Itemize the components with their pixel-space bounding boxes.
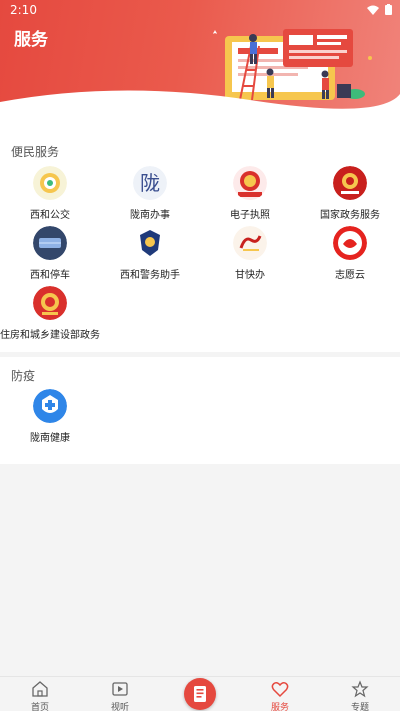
status-bar: 2:10 [0, 0, 400, 20]
service-housing-ministry[interactable]: 住房和城乡建设部政务 [0, 286, 100, 344]
service-longnan-health[interactable]: 陇南健康 [0, 389, 100, 447]
service-label: 陇南健康 [30, 433, 70, 444]
center-news-button[interactable] [184, 678, 216, 710]
section-title: 便民服务 [11, 145, 60, 159]
bus-badge-icon [33, 166, 67, 200]
home-icon [32, 681, 48, 697]
service-national-gov[interactable]: 国家政务服务 [300, 166, 400, 224]
tab-home[interactable]: 首页 [0, 677, 80, 711]
news-icon [194, 686, 206, 702]
tab-label: 视听 [110, 703, 129, 711]
video-icon [112, 682, 128, 696]
national-emblem-license-icon [233, 166, 267, 200]
tab-label: 专题 [350, 703, 369, 711]
badge-star-icon [351, 680, 369, 698]
status-time: 2:10 [10, 3, 37, 17]
service-label: 住房和城乡建设部政务 [0, 330, 100, 341]
section-epidemic: 防疫 陇南健康 [0, 357, 400, 464]
battery-icon [385, 4, 392, 15]
section-title: 防疫 [11, 369, 36, 383]
tab-topic[interactable]: 专题 [320, 677, 400, 711]
longnan-calligraphy-icon: 陇 [133, 166, 167, 200]
parking-icon [33, 226, 67, 260]
police-badge-icon [133, 226, 167, 260]
header-wave [0, 90, 400, 112]
status-icons [367, 4, 392, 15]
tab-video[interactable]: 视听 [80, 677, 160, 711]
health-code-icon [33, 389, 67, 423]
tab-label: 首页 [30, 703, 49, 711]
national-emblem-housing-icon [33, 286, 67, 320]
heart-icon [271, 682, 289, 698]
svg-text:陇: 陇 [140, 171, 160, 195]
gankuaiban-logo-icon [233, 226, 267, 260]
service-label: 国家政务服务 [320, 210, 380, 221]
service-label: 志愿云 [335, 270, 365, 281]
service-volunteer-cloud[interactable]: 志愿云 [300, 226, 400, 284]
tab-label: 服务 [270, 703, 289, 711]
wifi-icon [367, 5, 379, 15]
tab-service[interactable]: 服务 [240, 677, 320, 711]
national-emblem-gov-service-icon [333, 166, 367, 200]
page-title: 服务 [14, 30, 48, 50]
section-convenience: 便民服务 西和公交 陇 陇南办事 电子执照 国家政务服务 西和停车 西和警务助手… [0, 112, 400, 352]
volunteer-cloud-icon [333, 226, 367, 260]
